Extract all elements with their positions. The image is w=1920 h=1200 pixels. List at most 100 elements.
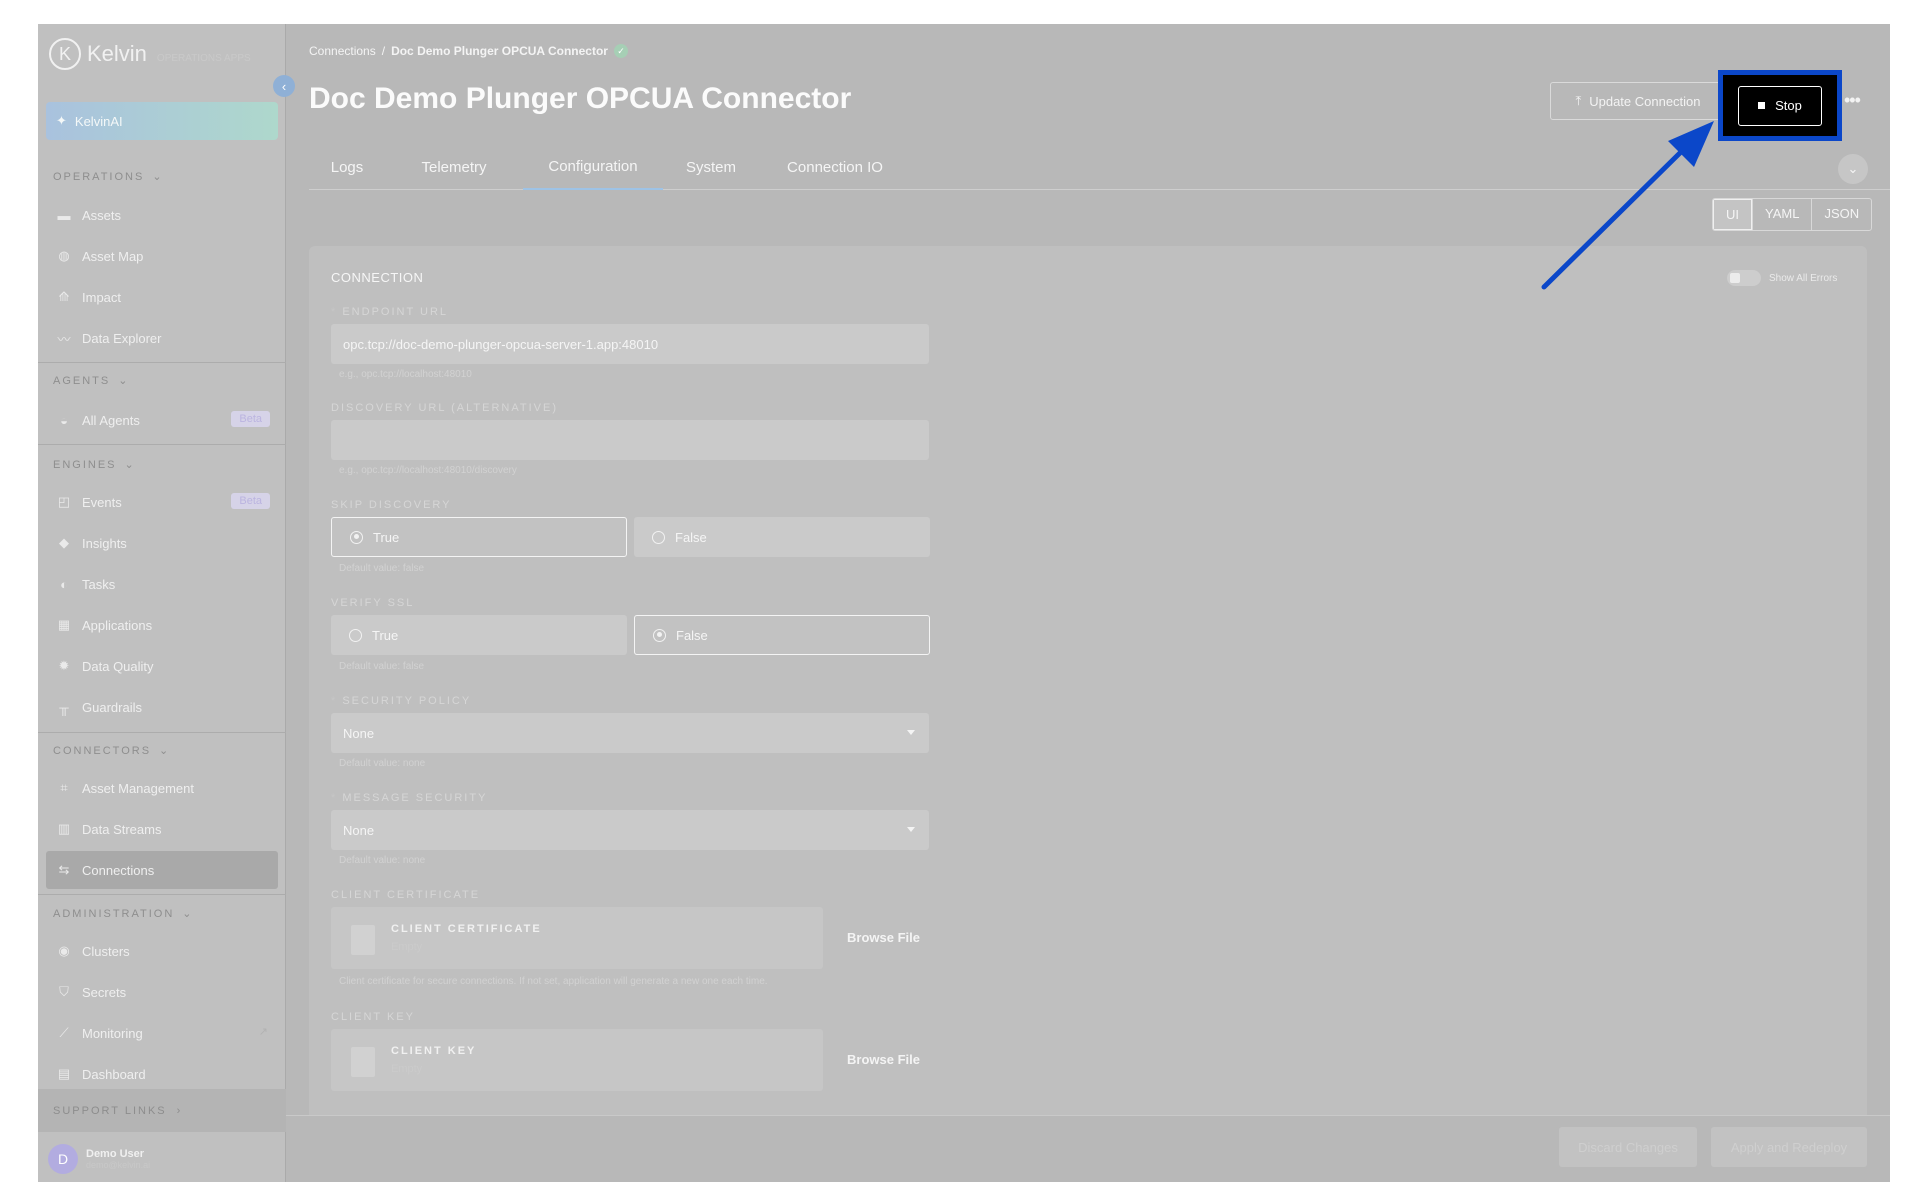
section-connectors[interactable]: CONNECTORS ⌄ — [53, 744, 171, 758]
sidebar-item-guardrails[interactable]: ╥ Guardrails — [46, 688, 278, 726]
breadcrumb-current: Doc Demo Plunger OPCUA Connector — [391, 44, 608, 58]
tag-icon: ◆ — [59, 535, 69, 550]
message-security-select[interactable]: None — [331, 810, 929, 850]
verify-ssl-false-option[interactable]: False — [634, 615, 930, 655]
collapse-sidebar-button[interactable]: ‹ — [273, 75, 295, 97]
update-connection-button[interactable]: ⤒ Update Connection — [1550, 82, 1726, 120]
logo-text: Kelvin — [87, 41, 147, 66]
stop-button[interactable]: Stop — [1738, 85, 1822, 126]
chevron-down-icon: ⌄ — [159, 745, 171, 757]
tab-system[interactable]: System — [663, 144, 759, 190]
section-label: AGENTS — [53, 374, 111, 387]
discovery-url-input[interactable] — [331, 420, 929, 460]
sidebar-item-data-quality[interactable]: ✹ Data Quality — [46, 647, 278, 685]
endpoint-url-label-text: ENDPOINT URL — [342, 306, 449, 318]
sidebar-item-label: Asset Map — [82, 248, 144, 264]
message-security-value: None — [343, 822, 375, 838]
section-operations[interactable]: OPERATIONS ⌄ — [53, 170, 164, 184]
toggle-switch[interactable] — [1727, 270, 1761, 286]
section-engines[interactable]: ENGINES ⌄ — [53, 458, 136, 472]
sidebar-item-clusters[interactable]: ◉ Clusters — [46, 932, 278, 970]
breadcrumb-connections-link[interactable]: Connections — [309, 44, 376, 58]
tasks-icon: ◐ — [60, 576, 68, 592]
sidebar-item-secrets[interactable]: ⛉ Secrets — [46, 973, 278, 1011]
events-icon: ◰ — [57, 494, 71, 509]
sidebar-item-label: Asset Management — [82, 780, 195, 796]
sidebar: K Kelvin OPERATIONS APPS ✦ KelvinAI OPER… — [38, 24, 286, 1182]
required-marker: * — [331, 695, 343, 707]
stop-label: Stop — [1775, 98, 1802, 113]
kelvinai-button[interactable]: ✦ KelvinAI — [46, 102, 278, 140]
client-key-dropzone[interactable]: CLIENT KEY Empty — [331, 1029, 823, 1091]
sidebar-item-impact[interactable]: ⟰ Impact — [46, 278, 278, 316]
message-security-label-text: MESSAGE SECURITY — [342, 792, 488, 804]
sidebar-item-data-streams[interactable]: ▥ Data Streams — [46, 810, 278, 848]
pulse-icon: 〰 — [57, 331, 71, 347]
sidebar-item-applications[interactable]: ▦ Applications — [46, 606, 278, 644]
tab-logs[interactable]: Logs — [309, 144, 385, 190]
sidebar-item-connections[interactable]: ⇆ Connections — [46, 851, 278, 889]
client-certificate-dropzone[interactable]: CLIENT CERTIFICATE Empty — [331, 907, 823, 969]
radio-icon — [652, 530, 665, 544]
view-yaml-button[interactable]: YAML — [1752, 199, 1811, 230]
sidebar-item-assets[interactable]: ▬ Assets — [46, 196, 278, 234]
expand-button[interactable]: ⌄ — [1838, 154, 1868, 184]
support-links[interactable]: SUPPORT LINKS › — [38, 1089, 286, 1132]
radio-icon — [350, 530, 363, 544]
required-marker: * — [331, 306, 343, 318]
verify-ssl-true-option[interactable]: True — [331, 615, 627, 655]
section-administration[interactable]: ADMINISTRATION ⌄ — [53, 907, 194, 921]
sidebar-item-events[interactable]: ◰ Events Beta — [46, 483, 278, 521]
beta-badge: Beta — [231, 493, 270, 509]
stop-highlight-inner: Stop — [1723, 75, 1837, 136]
more-options-button[interactable]: ••• — [1844, 90, 1861, 111]
file-status: Empty — [391, 1063, 423, 1075]
sidebar-item-label: Data Streams — [82, 821, 162, 837]
stop-icon — [1758, 102, 1766, 109]
divider — [38, 894, 286, 895]
shield-icon: ⛉ — [59, 984, 69, 999]
browse-client-certificate-button[interactable]: Browse File — [847, 930, 920, 945]
external-link-icon: ↗ — [258, 1026, 268, 1038]
verify-ssl-label: VERIFY SSL — [331, 597, 415, 609]
section-label: CONNECTORS — [53, 744, 152, 757]
tab-connection-io[interactable]: Connection IO — [759, 144, 911, 190]
sidebar-item-insights[interactable]: ◆ Insights — [46, 524, 278, 562]
section-agents[interactable]: AGENTS ⌄ — [53, 374, 130, 388]
user-profile[interactable]: D Demo User demo@kelvin.ai — [48, 1144, 150, 1174]
apps-grid-icon: ▦ — [57, 617, 71, 632]
apply-and-redeploy-button[interactable]: Apply and Redeploy — [1711, 1127, 1867, 1167]
endpoint-url-input[interactable]: opc.tcp://doc-demo-plunger-opcua-server-… — [331, 324, 929, 364]
user-name: Demo User — [86, 1148, 145, 1160]
skip-discovery-false-option[interactable]: False — [634, 517, 930, 557]
user-email: demo@kelvin.ai — [86, 1160, 151, 1170]
sidebar-item-label: Tasks — [82, 576, 116, 592]
required-marker: * — [331, 792, 343, 804]
radio-icon — [349, 628, 362, 642]
discard-changes-button[interactable]: Discard Changes — [1559, 1127, 1697, 1167]
chevron-down-icon: ⌄ — [118, 375, 130, 387]
sidebar-item-tasks[interactable]: ◐ Tasks — [46, 565, 278, 603]
action-footer: Discard Changes Apply and Redeploy — [286, 1115, 1890, 1182]
show-all-errors-toggle[interactable]: Show All Errors — [1727, 270, 1837, 286]
security-policy-select[interactable]: None — [331, 713, 929, 753]
option-label: False — [676, 627, 708, 643]
sidebar-item-asset-management[interactable]: ⌗ Asset Management — [46, 769, 278, 807]
tab-configuration[interactable]: Configuration — [523, 144, 663, 190]
skip-discovery-true-option[interactable]: True — [331, 517, 627, 557]
view-json-button[interactable]: JSON — [1811, 199, 1871, 230]
file-title: CLIENT KEY — [391, 1045, 477, 1057]
section-label: ENGINES — [53, 458, 117, 471]
sidebar-item-monitoring[interactable]: ⟋ Monitoring ↗ — [46, 1014, 278, 1052]
sidebar-item-dashboard[interactable]: ▤ Dashboard — [46, 1055, 278, 1093]
tab-telemetry[interactable]: Telemetry — [385, 144, 523, 190]
agent-icon: ◒ — [60, 412, 68, 428]
sidebar-item-asset-map[interactable]: ◍ Asset Map — [46, 237, 278, 275]
breadcrumb-separator: / — [381, 44, 386, 58]
sidebar-item-data-explorer[interactable]: 〰 Data Explorer — [46, 319, 278, 357]
kelvin-logo[interactable]: K Kelvin OPERATIONS APPS — [49, 38, 251, 70]
browse-client-key-button[interactable]: Browse File — [847, 1052, 920, 1067]
sidebar-item-all-agents[interactable]: ◒ All Agents Beta — [46, 401, 278, 439]
barrier-icon: ╥ — [59, 699, 69, 715]
connection-config-card: CONNECTION Show All Errors * ENDPOINT UR… — [309, 246, 1867, 1160]
